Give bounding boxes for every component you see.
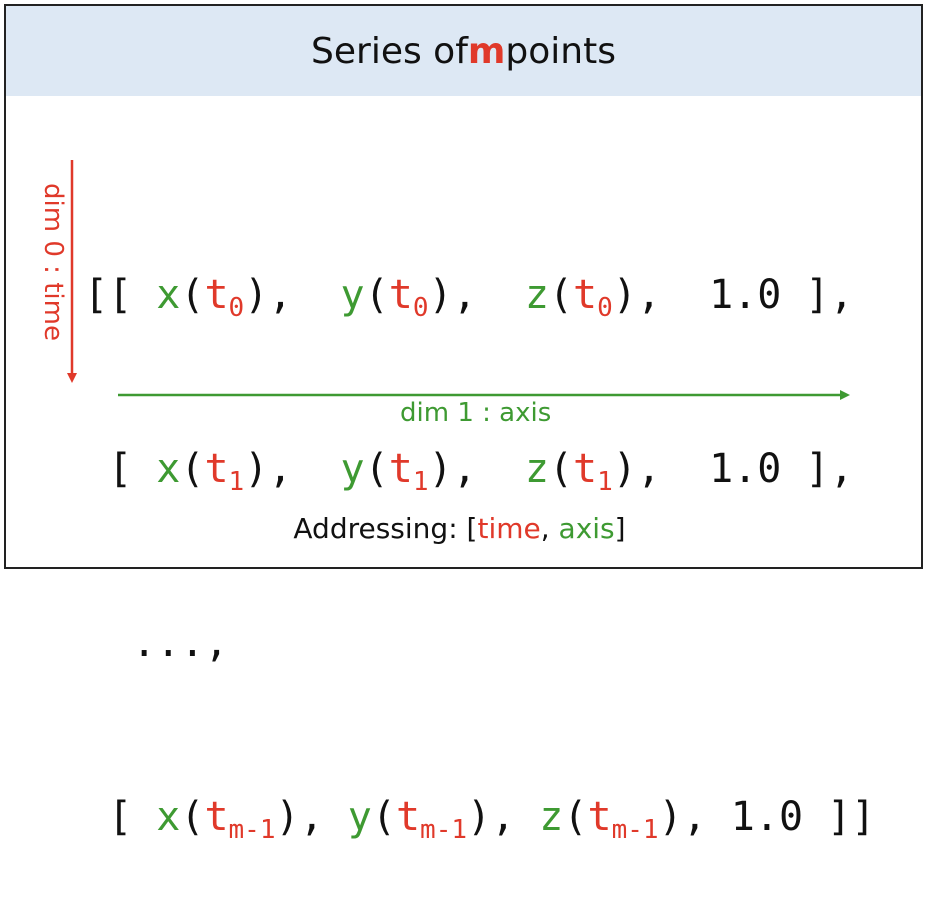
- cell-t: t: [395, 794, 421, 840]
- cell-sub: 1: [412, 467, 429, 497]
- addressing-suffix: ]: [614, 512, 626, 545]
- cell-t: t: [204, 272, 229, 318]
- cell-sep: ,: [491, 794, 540, 840]
- addressing-separator: ,: [540, 512, 559, 545]
- cell-sep: ,: [452, 272, 525, 318]
- cell-fn: x: [156, 446, 181, 492]
- cell-sep: ,: [636, 446, 710, 492]
- cell-sep: ,: [452, 446, 525, 492]
- row-open-bracket: [: [84, 794, 157, 840]
- row-close-bracket: ],: [781, 272, 854, 318]
- ellipsis: ...,: [84, 620, 229, 666]
- cell-sub: m-1: [228, 815, 276, 845]
- cell-fn: z: [524, 446, 549, 492]
- row-open-bracket: [[: [84, 272, 157, 318]
- row-close-bracket: ]]: [803, 794, 876, 840]
- addressing-line: Addressing: [time, axis]: [0, 512, 919, 545]
- cell-const: 1.0: [709, 272, 782, 318]
- addressing-axis: axis: [558, 512, 615, 545]
- cell-t: t: [388, 446, 413, 492]
- cell-sep: ,: [268, 446, 341, 492]
- cell-const: 1.0: [709, 446, 782, 492]
- cell-fn: y: [340, 446, 365, 492]
- cell-sub: 0: [597, 293, 613, 323]
- title-prefix: Series of: [311, 30, 468, 72]
- cell-sub: 1: [597, 467, 613, 497]
- cell-sub: m-1: [611, 815, 659, 845]
- title-highlight: m: [467, 30, 506, 72]
- cell-fn: x: [156, 272, 181, 318]
- row-open-bracket: [: [84, 446, 157, 492]
- cell-t: t: [573, 272, 598, 318]
- cell-sub: 1: [228, 467, 245, 497]
- cell-t: t: [388, 272, 413, 318]
- cell-sep: ,: [268, 272, 341, 318]
- cell-const: 1.0: [730, 794, 804, 840]
- title-suffix: points: [505, 30, 616, 72]
- cell-fn: z: [539, 794, 564, 840]
- matrix-row-ellipsis: ...,: [84, 614, 875, 672]
- matrix-row-1: [ x(t1), y(t1), z(t1), 1.0 ],: [84, 446, 854, 497]
- cell-sub: m-1: [420, 815, 468, 845]
- matrix-row-0: [[ x(t0), y(t0), z(t0), 1.0 ],: [84, 272, 854, 323]
- cell-fn: y: [347, 794, 372, 840]
- dim0-label: dim 0 : time: [38, 183, 68, 341]
- cell-fn: y: [340, 272, 365, 318]
- addressing-time: time: [477, 512, 541, 545]
- cell-t: t: [573, 446, 598, 492]
- row-close-bracket: ],: [781, 446, 854, 492]
- cell-t: t: [587, 794, 612, 840]
- cell-fn: x: [156, 794, 181, 840]
- matrix-row-last: [ x(tm-1), y(tm-1), z(tm-1), 1.0 ]]: [84, 794, 876, 845]
- cell-t: t: [204, 794, 229, 840]
- cell-fn: z: [524, 272, 549, 318]
- cell-sub: 0: [228, 293, 245, 323]
- cell-sub: 0: [412, 293, 429, 323]
- cell-sep: ,: [299, 794, 348, 840]
- cell-sep: ,: [682, 794, 731, 840]
- title-header: Series of m points: [6, 6, 921, 96]
- addressing-prefix: Addressing: [: [293, 512, 478, 545]
- cell-sep: ,: [636, 272, 710, 318]
- cell-t: t: [204, 446, 229, 492]
